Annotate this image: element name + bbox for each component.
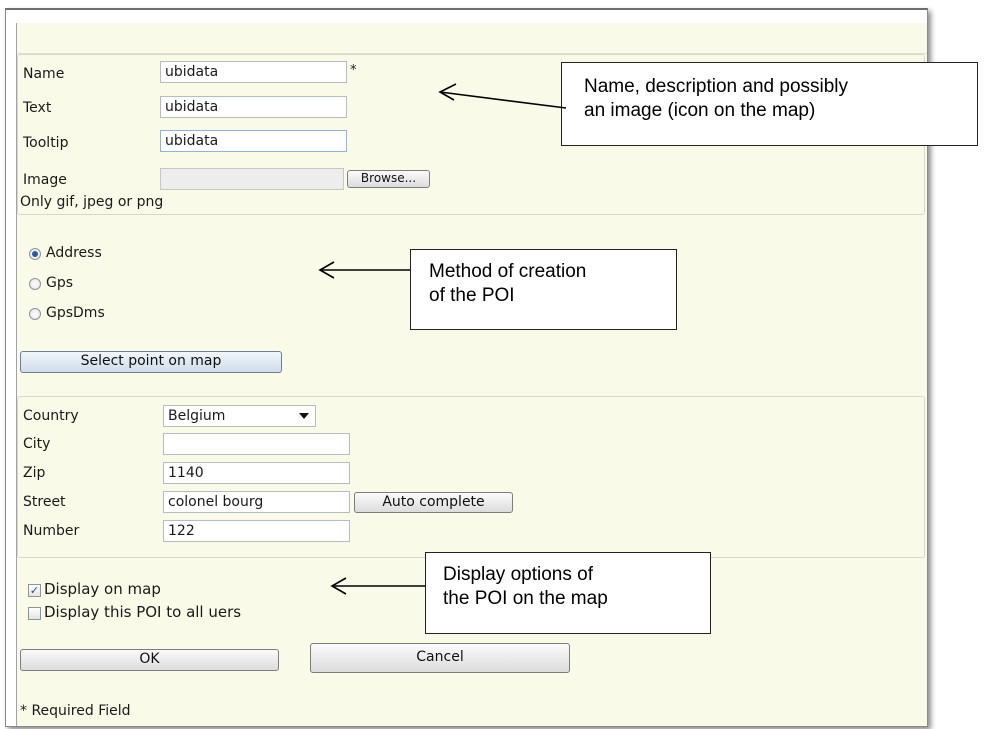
arrow-identity — [439, 91, 567, 109]
callout-arrows — [318, 83, 567, 595]
